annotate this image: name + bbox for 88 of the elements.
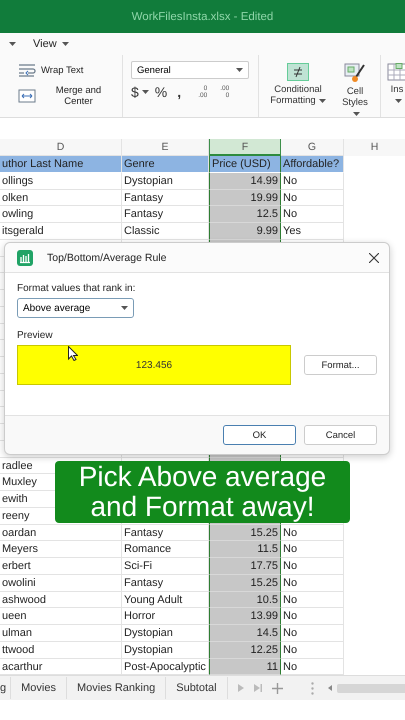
header-cell: uthor Last Name — [0, 156, 122, 173]
preview-box: 123.456 — [17, 345, 291, 385]
table-cell: No — [281, 541, 344, 558]
format-button[interactable]: Format... — [304, 355, 377, 375]
wrap-text-icon — [18, 63, 36, 77]
table-cell: 19.99 — [209, 190, 281, 206]
table-cell: No — [281, 574, 344, 592]
table-cell: No — [281, 608, 344, 625]
table-cell: 14.99 — [209, 172, 281, 190]
comma-button[interactable]: , — [173, 84, 186, 100]
table-cell: olken — [0, 190, 122, 206]
table-cell: 11.5 — [209, 541, 281, 558]
caret-icon — [9, 42, 16, 46]
caret-icon — [353, 112, 360, 116]
table-cell: Meyers — [0, 541, 122, 558]
field-label: Format values that rank in: — [17, 283, 136, 294]
menu-item[interactable]: View — [29, 38, 73, 50]
header-cell: Genre — [122, 156, 209, 173]
table-cell: oardan — [0, 524, 122, 542]
number-format-dropdown[interactable]: General — [131, 61, 249, 79]
table-cell: ttwood — [0, 642, 122, 658]
table-cell: 15.25 — [209, 574, 281, 592]
caret-icon — [62, 42, 69, 46]
table-cell: ueen — [0, 608, 122, 625]
mouse-pointer-icon — [68, 346, 78, 361]
table-cell: No — [281, 558, 344, 575]
table-cell: No — [281, 524, 344, 542]
merge-cells-icon — [18, 89, 36, 103]
dialog-title: Top/Bottom/Average Rule — [47, 252, 168, 264]
scrollbar-thumb[interactable] — [336, 684, 405, 693]
table-cell: 12.25 — [209, 642, 281, 658]
ok-button[interactable]: OK — [223, 425, 296, 445]
insert-button[interactable]: Ins — [385, 61, 405, 106]
paintbrush-icon — [344, 63, 366, 83]
rank-dropdown[interactable]: Above average — [17, 298, 134, 318]
wrap-text-button[interactable]: Wrap Text — [18, 61, 116, 79]
header-cell: Affordable? — [281, 156, 344, 173]
table-cell: No — [281, 206, 344, 223]
preview-label: Preview — [17, 330, 54, 341]
table-cell: 12.5 — [209, 206, 281, 223]
column-header[interactable]: H — [344, 139, 405, 156]
table-cell: Yes — [281, 223, 344, 240]
sheet-tab[interactable]: Subtotal — [166, 677, 228, 700]
table-cell: erbert — [0, 558, 122, 575]
cancel-button[interactable]: Cancel — [304, 425, 377, 445]
sheet-tab[interactable]: Movies Ranking — [66, 677, 166, 700]
cell-styles-button[interactable]: Cell Styles — [337, 61, 373, 117]
sheet-tab[interactable]: g — [0, 677, 12, 700]
table-cell: 10.5 — [209, 592, 281, 608]
close-icon[interactable] — [369, 252, 379, 262]
table-cell: 11 — [209, 658, 281, 676]
more-options-icon[interactable] — [310, 682, 314, 695]
column-header[interactable]: F — [209, 139, 281, 156]
table-cell: No — [281, 172, 344, 190]
caret-icon — [142, 90, 149, 94]
table-cell: No — [281, 642, 344, 658]
table-cell: No — [281, 625, 344, 642]
caret-icon — [236, 68, 243, 72]
table-cell: 15.25 — [209, 524, 281, 542]
caret-icon — [318, 99, 326, 103]
not-equal-icon — [287, 63, 309, 81]
table-cell: itsgerald — [0, 223, 122, 240]
window-title: WorkFilesInsta.xlsx - Edited — [132, 10, 274, 22]
caret-icon — [121, 306, 128, 310]
percent-button[interactable]: % — [154, 84, 168, 100]
table-cell: owolini — [0, 574, 122, 592]
header-cell: Price (USD) — [209, 156, 281, 173]
table-cell: ashwood — [0, 592, 122, 608]
currency-button[interactable]: $ — [131, 84, 149, 100]
next-sheet-icon[interactable] — [238, 684, 244, 692]
caret-icon — [395, 99, 402, 103]
table-cell: No — [281, 190, 344, 206]
caption: Pick Above average and Format away! — [55, 461, 350, 523]
table-cell: ulman — [0, 625, 122, 642]
merge-button[interactable]: Merge and Center — [18, 83, 116, 109]
conditional-formatting-button[interactable]: Conditional Formatting — [263, 61, 333, 117]
table-cell: 9.99 — [209, 223, 281, 240]
bar-chart-icon — [17, 250, 33, 266]
table-cell: 17.75 — [209, 558, 281, 575]
table-cell: 13.99 — [209, 608, 281, 625]
table-cell: ollings — [0, 172, 122, 190]
last-sheet-icon[interactable] — [254, 684, 262, 692]
table-cell: 14.5 — [209, 625, 281, 642]
sheet-tab[interactable]: Movies — [11, 677, 67, 700]
table-cell: owling — [0, 206, 122, 223]
scroll-left-icon[interactable] — [328, 685, 332, 692]
add-sheet-icon[interactable] — [272, 682, 283, 694]
table-cell: No — [281, 592, 344, 608]
